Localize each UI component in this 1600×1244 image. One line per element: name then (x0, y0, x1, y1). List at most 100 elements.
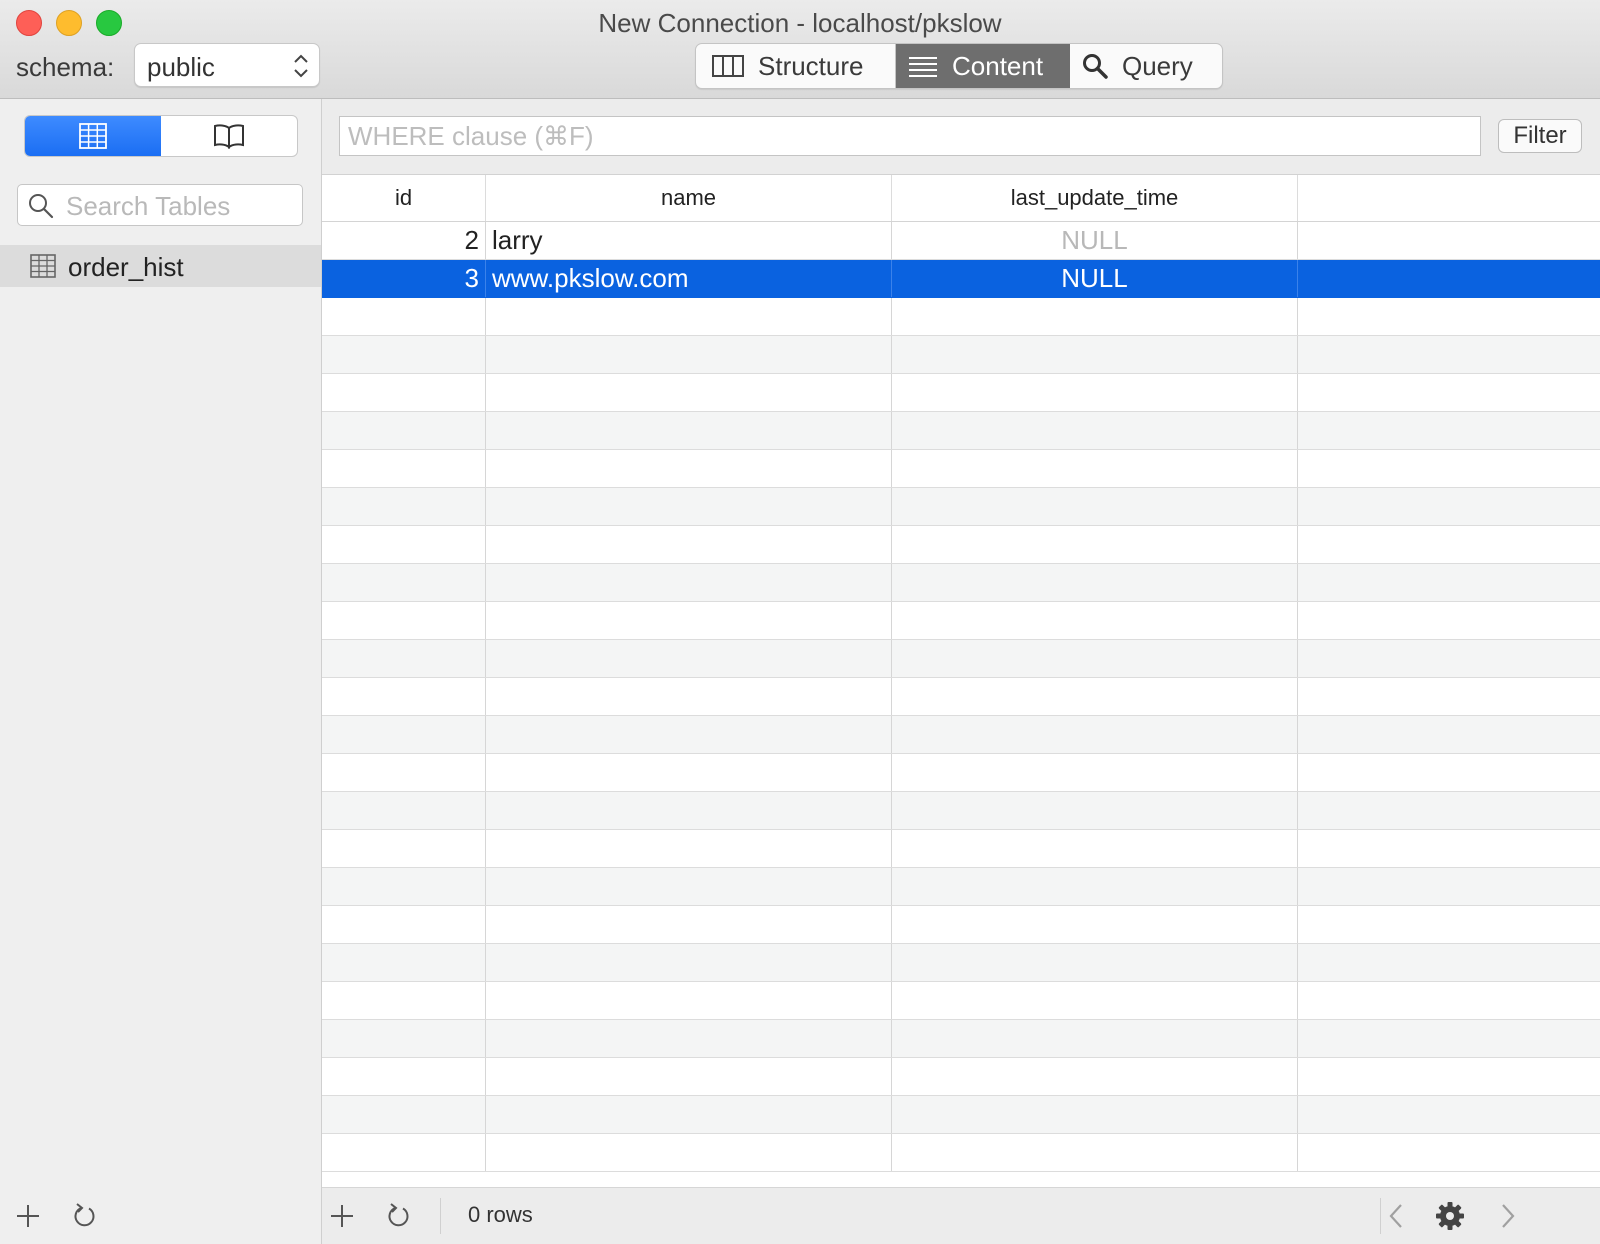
cell-name[interactable]: larry (486, 222, 892, 259)
empty-cell (892, 868, 1298, 905)
empty-cell (892, 1096, 1298, 1133)
empty-cell (892, 678, 1298, 715)
book-icon (214, 124, 244, 149)
add-table-button[interactable] (12, 1200, 44, 1232)
empty-cell (892, 374, 1298, 411)
cell-last-update-time[interactable]: NULL (892, 222, 1298, 259)
empty-cell (1298, 944, 1600, 981)
grid-rows: 2 larry NULL 3 www.pkslow.com NULL (322, 222, 1600, 1172)
settings-button[interactable] (1434, 1200, 1466, 1232)
empty-cell (892, 640, 1298, 677)
empty-cell (1298, 1096, 1600, 1133)
empty-cell (322, 488, 486, 525)
search-tables-input[interactable] (64, 189, 298, 223)
cell-id[interactable]: 2 (322, 222, 486, 259)
empty-cell (1298, 1134, 1600, 1171)
tab-content[interactable]: Content (896, 44, 1070, 88)
empty-cell (322, 1020, 486, 1057)
where-clause-input[interactable] (339, 116, 1481, 156)
queries-view-button[interactable] (161, 116, 297, 156)
tab-structure[interactable]: Structure (696, 44, 896, 88)
empty-cell (1298, 830, 1600, 867)
schema-label: schema: (16, 52, 115, 82)
empty-cell (322, 906, 486, 943)
empty-cell (486, 982, 892, 1019)
empty-cell (892, 754, 1298, 791)
empty-cell (1298, 374, 1600, 411)
empty-cell (322, 526, 486, 563)
empty-row (322, 564, 1600, 602)
search-icon (1082, 53, 1108, 79)
add-row-button[interactable] (326, 1200, 358, 1232)
empty-cell (322, 754, 486, 791)
empty-cell (892, 982, 1298, 1019)
content-panel: Filter id name last_update_time 2 larry … (322, 99, 1600, 1244)
empty-cell (486, 1058, 892, 1095)
empty-cell (486, 830, 892, 867)
empty-cell (892, 336, 1298, 373)
sidebar-item-order-hist[interactable]: order_hist (0, 245, 321, 287)
tab-query[interactable]: Query (1070, 44, 1222, 88)
empty-cell (322, 792, 486, 829)
empty-cell (1298, 336, 1600, 373)
column-header-id[interactable]: id (322, 175, 486, 221)
empty-cell (322, 982, 486, 1019)
empty-cell (486, 868, 892, 905)
cell-empty (1298, 222, 1600, 259)
empty-cell (1298, 716, 1600, 753)
empty-cell (486, 678, 892, 715)
empty-cell (486, 298, 892, 335)
empty-cell (1298, 298, 1600, 335)
empty-cell (486, 1096, 892, 1133)
schema-select[interactable]: public (134, 43, 320, 87)
empty-cell (1298, 1020, 1600, 1057)
refresh-icon (388, 1203, 409, 1227)
previous-page-button[interactable] (1380, 1200, 1412, 1232)
empty-cell (486, 526, 892, 563)
filter-button[interactable]: Filter (1498, 119, 1582, 153)
table-row-selected[interactable]: 3 www.pkslow.com NULL (322, 260, 1600, 298)
cell-last-update-time[interactable]: NULL (892, 260, 1298, 297)
schema-select-value: public (147, 52, 215, 82)
tables-view-button[interactable] (25, 116, 161, 156)
empty-row (322, 374, 1600, 412)
cell-name[interactable]: www.pkslow.com (486, 260, 892, 297)
empty-cell (1298, 792, 1600, 829)
empty-row (322, 754, 1600, 792)
empty-row (322, 602, 1600, 640)
empty-cell (892, 526, 1298, 563)
empty-cell (486, 602, 892, 639)
empty-cell (892, 488, 1298, 525)
empty-cell (322, 678, 486, 715)
empty-row (322, 640, 1600, 678)
empty-row (322, 830, 1600, 868)
empty-cell (1298, 754, 1600, 791)
refresh-rows-button[interactable] (382, 1200, 414, 1232)
table-row[interactable]: 2 larry NULL (322, 222, 1600, 260)
sidebar-view-toggle (24, 115, 298, 157)
empty-cell (892, 792, 1298, 829)
empty-cell (486, 336, 892, 373)
empty-cell (486, 792, 892, 829)
empty-cell (1298, 564, 1600, 601)
column-header-name[interactable]: name (486, 175, 892, 221)
search-tables-field (17, 184, 303, 226)
cell-id[interactable]: 3 (322, 260, 486, 297)
refresh-tables-button[interactable] (68, 1200, 100, 1232)
next-page-button[interactable] (1492, 1200, 1524, 1232)
empty-cell (892, 944, 1298, 981)
empty-cell (322, 336, 486, 373)
column-header-last-update-time[interactable]: last_update_time (892, 175, 1298, 221)
empty-cell (322, 640, 486, 677)
chevron-left-icon (1389, 1204, 1402, 1228)
empty-row (322, 1020, 1600, 1058)
empty-cell (1298, 488, 1600, 525)
empty-cell (892, 906, 1298, 943)
empty-cell (892, 830, 1298, 867)
list-icon (908, 55, 938, 77)
up-down-chevron-icon (294, 54, 308, 78)
empty-cell (1298, 412, 1600, 449)
columns-icon (712, 55, 744, 77)
plus-icon (17, 1205, 39, 1227)
empty-row (322, 982, 1600, 1020)
